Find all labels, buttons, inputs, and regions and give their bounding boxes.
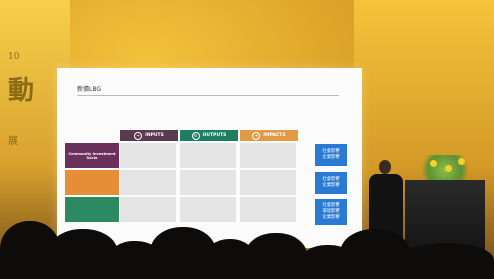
row-cell-inputs [120,143,176,168]
row-category-label: Community Investment Socio [65,143,119,168]
row-cell-inputs [120,170,176,195]
flower [430,160,437,167]
flower [445,165,452,172]
header-inputs-label: INPUTS [145,133,164,138]
row-cell-impacts [240,143,296,168]
row-impact-button[interactable]: 社會影響 企業影響 [315,144,347,166]
header-inputs: → INPUTS [120,130,178,141]
row-cell-outputs [180,143,236,168]
arrow-icon: → [134,131,143,140]
backdrop-text-small: 展 [8,136,18,147]
header-impacts: ✦ IMPACTS [240,130,298,141]
row-cell-impacts [240,170,296,195]
slide-divider [77,95,339,96]
slide-title: 新價LBG [77,86,102,93]
backdrop-text-top: 10 [8,52,20,62]
row-category-label [65,170,119,195]
row-impact-button[interactable]: 社會影響 企業影響 [315,172,347,194]
header-outputs-label: OUTPUTS [202,133,227,138]
event-stage: 10 動 展 新價LBG → INPUTS ↻ OUTPUTS ✦ IMPACT… [0,0,494,279]
header-outputs: ↻ OUTPUTS [180,130,238,141]
impact-icon: ✦ [252,131,261,140]
backdrop-text-big: 動 [8,76,35,106]
flower [458,158,465,165]
header-impacts-label: IMPACTS [263,133,286,138]
audience-silhouettes [0,209,494,279]
cycle-icon: ↻ [191,131,200,140]
row-cell-outputs [180,170,236,195]
speaker-head [379,160,391,174]
